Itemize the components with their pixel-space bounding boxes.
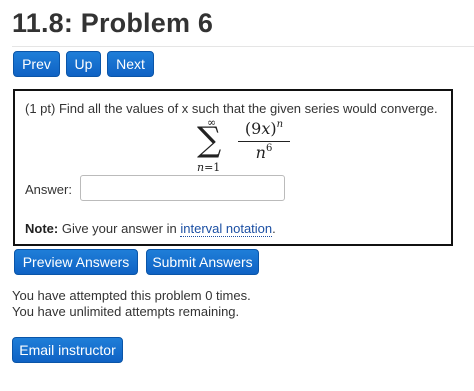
series-numerator: (9x)n [244, 119, 284, 138]
prev-button[interactable]: Prev [13, 51, 60, 77]
page-title: 11.8: Problem 6 [12, 8, 214, 38]
answer-input[interactable] [80, 175, 285, 201]
answer-label: Answer: [25, 182, 72, 197]
up-button[interactable]: Up [66, 51, 101, 77]
sum-lower-limit: n=1 [197, 161, 221, 174]
submit-answers-button[interactable]: Submit Answers [146, 249, 259, 275]
note-label: Note: [25, 221, 59, 236]
problem-prompt: (1 pt) Find all the values of x such tha… [25, 101, 438, 116]
preview-answers-button[interactable]: Preview Answers [14, 249, 138, 275]
note-text: Note: Give your answer in interval notat… [25, 221, 276, 237]
series-denominator: n6 [255, 143, 273, 162]
attempts-count-text: You have attempted this problem 0 times. [12, 288, 251, 303]
interval-notation-link[interactable]: interval notation [180, 221, 273, 237]
problem-box: (1 pt) Find all the values of x such tha… [13, 89, 453, 246]
fraction-bar [238, 141, 290, 142]
summation-sign: ∑ [197, 120, 222, 160]
attempts-remaining-text: You have unlimited attempts remaining. [12, 304, 240, 319]
title-divider [12, 46, 474, 47]
attempts-status: You have attempted this problem 0 times.… [12, 288, 251, 320]
email-instructor-button[interactable]: Email instructor [12, 337, 123, 363]
next-button[interactable]: Next [107, 51, 154, 77]
series-formula: ∞ ∑ n=1 (9x)n n6 [195, 117, 305, 177]
